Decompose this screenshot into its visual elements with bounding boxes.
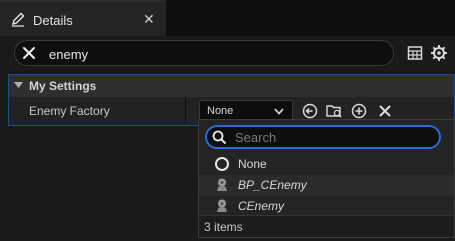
pawn-icon [217, 178, 227, 191]
add-icon[interactable] [350, 102, 368, 120]
dropdown-search-input[interactable] [235, 128, 425, 146]
pencil-icon [11, 12, 25, 27]
chevron-down-icon [274, 108, 284, 115]
dropdown-search-box[interactable] [205, 125, 441, 149]
dropdown-item-bp-cenemy[interactable]: BP_CEnemy [199, 175, 454, 196]
dropdown-footer: 3 items [199, 215, 454, 237]
clear-icon[interactable] [376, 102, 394, 120]
clear-search-icon[interactable] [21, 45, 37, 61]
pawn-icon [217, 199, 227, 212]
class-picker-dropdown: None BP_CEnemy CEnemy 3 items [198, 119, 455, 238]
use-selected-icon[interactable] [301, 102, 319, 120]
dropdown-item-label: BP_CEnemy [238, 178, 307, 192]
dropdown-item-label: None [238, 157, 267, 171]
tab-bar: Details ✕ [0, 0, 455, 36]
none-circle-icon [215, 157, 229, 171]
property-label: Enemy Factory [29, 104, 110, 118]
dropdown-item-cenemy[interactable]: CEnemy [199, 196, 454, 217]
tab-title: Details [33, 13, 73, 28]
search-icon [212, 130, 227, 145]
browse-icon[interactable] [325, 102, 343, 120]
tab-details[interactable]: Details ✕ [0, 0, 166, 36]
search-input[interactable]: enemy [49, 47, 88, 62]
dropdown-item-label: CEnemy [238, 199, 285, 213]
search-bar[interactable]: enemy [14, 40, 394, 66]
combo-value: None [207, 105, 234, 117]
grid-icon[interactable] [407, 45, 423, 61]
category-header[interactable]: My Settings [9, 75, 454, 97]
collapse-arrow-icon[interactable] [14, 82, 23, 89]
gear-icon[interactable] [430, 44, 448, 62]
dropdown-item-none[interactable]: None [199, 154, 454, 175]
category-title: My Settings [29, 79, 97, 93]
column-divider[interactable] [185, 97, 186, 125]
item-count: 3 items [204, 220, 243, 234]
close-icon[interactable]: ✕ [143, 11, 155, 28]
